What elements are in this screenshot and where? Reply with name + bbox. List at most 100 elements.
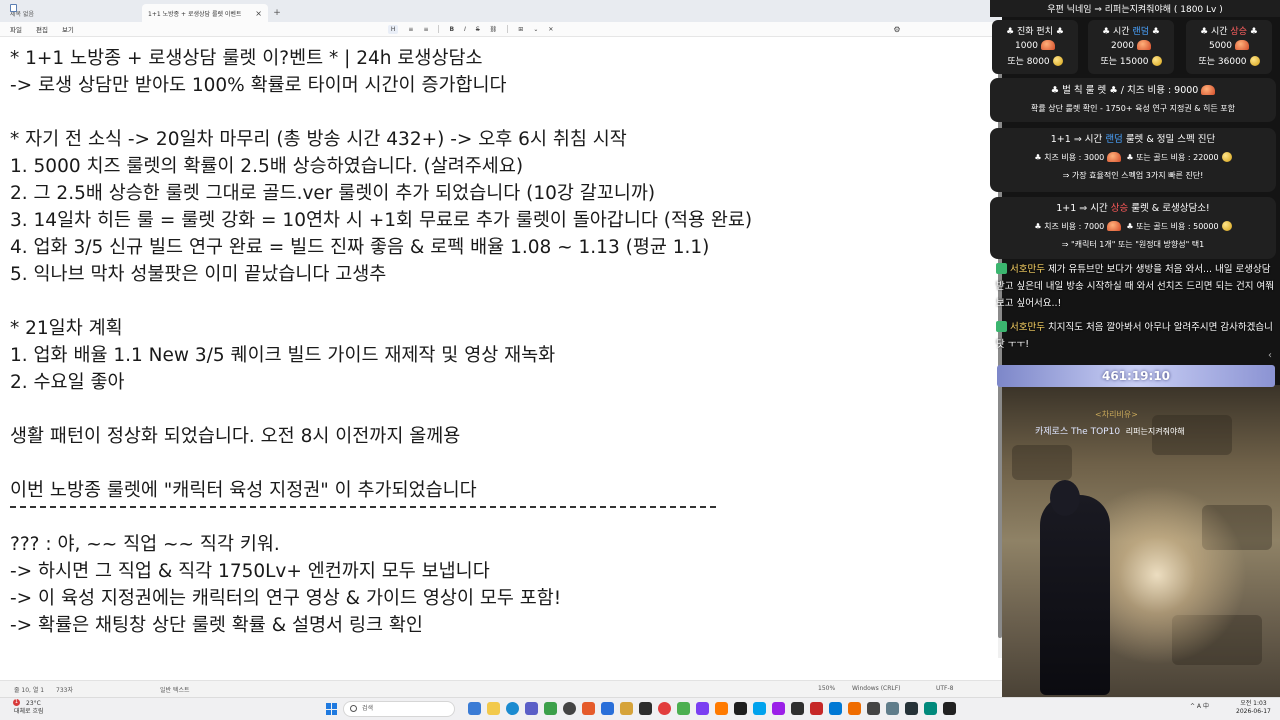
obs-icon[interactable]: [563, 702, 576, 715]
card-text: 1+1 ⇒ 시간: [1050, 134, 1106, 145]
text-line: * 1+1 노방종 + 로생상담 룰렛 이?벤트 * | 24h 로생상담소: [10, 48, 483, 69]
app-icon[interactable]: [696, 702, 709, 715]
title-highlight: 상승: [1230, 27, 1247, 37]
gold-coin-icon: [1221, 221, 1232, 231]
weather-desc: 대체로 흐림: [14, 708, 44, 715]
tab-untitled[interactable]: 제목 없음: [4, 4, 142, 22]
store-icon[interactable]: [544, 702, 557, 715]
text-line: 2. 그 2.5배 상승한 룰렛 그대로 골드.ver 룰렛이 추가 되었습니다…: [10, 183, 656, 204]
app-icon[interactable]: [715, 702, 728, 715]
search-placeholder: 검색: [362, 705, 374, 712]
new-tab-button[interactable]: +: [268, 4, 286, 22]
app-icon[interactable]: [829, 702, 842, 715]
premiere-icon[interactable]: [772, 702, 785, 715]
menu-view[interactable]: 보기: [62, 24, 74, 34]
app-icon[interactable]: [791, 702, 804, 715]
windows-start-icon[interactable]: [326, 703, 338, 715]
app-icon[interactable]: [658, 702, 671, 715]
app-icon[interactable]: [924, 702, 937, 715]
char-count: 733자: [56, 687, 73, 694]
cheese-amount: 2000: [1111, 41, 1134, 51]
more-dropdown-button[interactable]: ⌄: [533, 26, 538, 33]
search-icon: [350, 705, 357, 712]
menu-file[interactable]: 파일: [10, 24, 22, 34]
gold-amount: 또는 36000: [1198, 57, 1247, 67]
strikethrough-button[interactable]: S: [476, 26, 480, 33]
clock[interactable]: 오전 1:03 2026-06-17: [1236, 700, 1271, 716]
menu-edit[interactable]: 편집: [36, 24, 48, 34]
roulette-box-increase: ♣ 시간 상승 ♣ 5000 또는 36000: [1186, 20, 1272, 74]
gold-coin-icon: [1052, 56, 1063, 66]
card-highlight: 랜덤: [1105, 134, 1123, 145]
table-button[interactable]: ⊞: [518, 26, 523, 33]
gold-cost: ♣ 또는 골드 비용 : 50000: [1126, 222, 1219, 231]
list-button[interactable]: ≡: [408, 26, 413, 33]
screen: 제목 없음 1+1 노방종 + 로생상담 룰렛 이벤트 × + 파일 편집 보기…: [0, 0, 1280, 720]
app-icon[interactable]: [810, 702, 823, 715]
clear-format-button[interactable]: ✕: [548, 26, 553, 33]
chat-nick: 서호만두: [1010, 264, 1045, 275]
numbered-list-button[interactable]: ≡: [423, 26, 428, 33]
app-icon[interactable]: [905, 702, 918, 715]
encoding[interactable]: UTF-8: [936, 685, 954, 692]
zoom-level[interactable]: 150%: [818, 685, 835, 692]
teams-icon[interactable]: [525, 702, 538, 715]
taskview-icon[interactable]: [468, 702, 481, 715]
title-text: 카제로스 The TOP10: [1035, 427, 1121, 437]
chevron-left-icon[interactable]: ‹: [1268, 350, 1272, 361]
character-body: [1040, 495, 1110, 695]
tab-bar: 제목 없음 1+1 노방종 + 로생상담 룰렛 이벤트 × +: [0, 0, 1002, 22]
card-line: 1+1 ⇒ 시간 상승 룰렛 & 로생상담소!: [990, 200, 1276, 218]
title-highlight: 랜덤: [1132, 27, 1149, 37]
text-editor[interactable]: * 1+1 노방종 + 로생상담 룰렛 이?벤트 * | 24h 로생상담소 -…: [0, 38, 998, 680]
close-icon[interactable]: ×: [255, 9, 262, 18]
cheese-icon: [1107, 152, 1122, 162]
character-head: [1050, 480, 1080, 516]
text-line: 1. 업화 배율 1.1 New 3/5 퀘이크 빌드 가이드 재제작 및 영상…: [10, 345, 556, 366]
app-icon[interactable]: [639, 702, 652, 715]
line-ending[interactable]: Windows (CRLF): [852, 685, 901, 692]
link-button[interactable]: ⛓: [490, 26, 498, 33]
gold-coin-icon: [1249, 56, 1260, 66]
notepad-window: 제목 없음 1+1 노방종 + 로생상담 룰렛 이벤트 × + 파일 편집 보기…: [0, 0, 1002, 697]
text-line: -> 로생 상담만 받아도 100% 확률로 타이머 시간이 증가합니다: [10, 75, 507, 96]
text-line: 2. 수요일 좋아: [10, 372, 125, 393]
app-icon[interactable]: [677, 702, 690, 715]
italic-button[interactable]: I: [464, 26, 466, 33]
tab-event-doc[interactable]: 1+1 노방종 + 로생상담 룰렛 이벤트 ×: [142, 4, 268, 22]
app-icon[interactable]: [867, 702, 880, 715]
card-line: 확률 상단 룰렛 확인 - 1750+ 육성 연구 지정권 & 히든 포함: [1031, 104, 1235, 113]
app-icon[interactable]: [886, 702, 899, 715]
weather-widget[interactable]: 23°C 대체로 흐림: [14, 700, 44, 716]
card-line: 1+1 ⇒ 시간 랜덤 룰렛 & 정밀 스펙 진단: [990, 131, 1276, 149]
bold-button[interactable]: B: [449, 26, 454, 33]
gear-icon[interactable]: ⚙: [893, 25, 900, 34]
gold-cost: ♣ 또는 골드 비용 : 22000: [1126, 153, 1219, 162]
app-icon[interactable]: [848, 702, 861, 715]
edge-icon[interactable]: [506, 702, 519, 715]
chat-nick: 서호만두: [1010, 322, 1045, 333]
file-explorer-icon[interactable]: [487, 702, 500, 715]
search-box[interactable]: 검색: [343, 701, 455, 717]
app-icon[interactable]: [734, 702, 747, 715]
increase-roulette-card: 1+1 ⇒ 시간 상승 룰렛 & 로생상담소! ♣ 치즈 비용 : 7000 ♣…: [990, 197, 1276, 259]
chat-message: 서호만두 제가 유튜브만 보다가 생방을 처음 와서... 내일 로생상담 받고…: [996, 261, 1276, 312]
app-icon[interactable]: [753, 702, 766, 715]
app-icon[interactable]: [620, 702, 633, 715]
app-icon[interactable]: [943, 702, 956, 715]
app-icon[interactable]: [582, 702, 595, 715]
box-cheese-cost: 5000: [1186, 40, 1272, 51]
card-text: ♣ 벌 칙 룰 렛 ♣ / 치즈 비용 : 9000: [1050, 85, 1199, 96]
text-line: -> 이 육성 지정권에는 캐릭터의 연구 영상 & 가이드 영상이 모두 포함…: [10, 588, 562, 609]
gold-amount: 또는 15000: [1100, 57, 1149, 67]
format-toolbar: H ≡ ≡ B I S ⛓ ⊞ ⌄ ✕ ⚙: [387, 24, 901, 34]
cheese-amount: 5000: [1209, 41, 1232, 51]
clock-date: 2026-06-17: [1236, 708, 1271, 715]
system-tray[interactable]: ^ A 中: [1190, 701, 1209, 710]
card-text: 룰렛 & 정밀 스펙 진단: [1122, 134, 1216, 145]
weapon-glow: [1097, 485, 1247, 665]
heading-button[interactable]: H: [387, 24, 399, 34]
notepad-icon[interactable]: [601, 702, 614, 715]
box-title: ♣ 시간 랜덤 ♣: [1088, 24, 1174, 37]
scene-stone: [1012, 445, 1072, 480]
